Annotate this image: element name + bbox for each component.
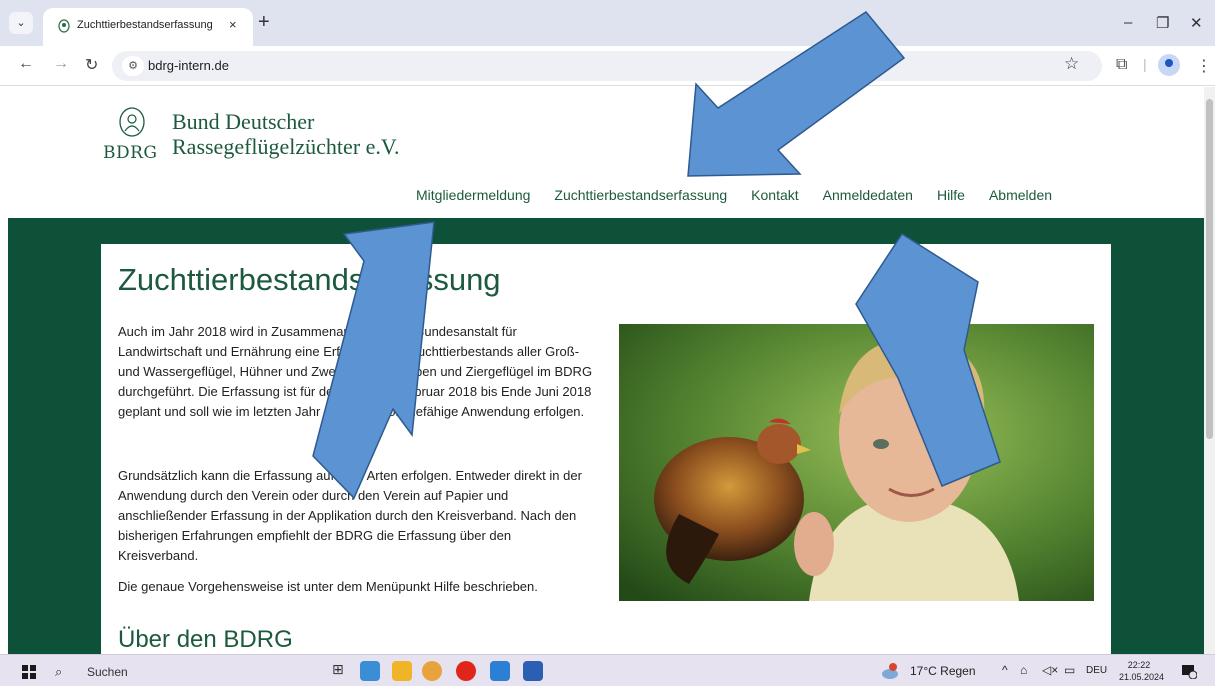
opera-icon[interactable]	[456, 661, 476, 681]
bdrg-emblem-icon	[119, 107, 145, 137]
restore-button[interactable]: ❐	[1156, 14, 1169, 32]
minimize-button[interactable]: –	[1124, 14, 1132, 31]
tab-title: Zuchttierbestandserfassung der	[77, 19, 215, 31]
nav-abmelden[interactable]: Abmelden	[989, 187, 1052, 207]
tray-overflow-icon[interactable]: ^	[1002, 663, 1008, 677]
new-tab-button[interactable]: +	[258, 12, 270, 32]
tab-close-icon[interactable]: ×	[229, 17, 237, 32]
page-scrollbar[interactable]	[1204, 87, 1215, 654]
content-panel: Zuchttierbestandserfassung Auch im Jahr …	[101, 244, 1111, 654]
weather-text[interactable]: 17°C Regen	[910, 664, 976, 678]
back-icon[interactable]: ←	[18, 55, 34, 73]
site-info-icon[interactable]: ⚙	[122, 56, 144, 76]
logo-abbreviation: BDRG	[103, 143, 158, 163]
file-explorer-icon[interactable]	[392, 661, 412, 681]
logo-name-line1: Bund Deutscher	[172, 109, 315, 134]
section-heading: Über den BDRG	[118, 626, 293, 653]
word-icon[interactable]	[523, 661, 543, 681]
nav-zuchttierbestandserfassung[interactable]: Zuchttierbestandserfassung	[554, 187, 727, 207]
browser-tabstrip: ⌄ Zuchttierbestandserfassung der × + – ❐…	[0, 0, 1215, 46]
scrollbar-thumb[interactable]	[1206, 99, 1213, 439]
bdrg-logo[interactable]: BDRG Bund Deutscher Rassegeflügelzüchter…	[103, 105, 413, 165]
logo-name-line2: Rassegeflügelzüchter e.V.	[172, 134, 400, 159]
taskbar-search[interactable]: Suchen	[87, 665, 128, 679]
boy-with-hen-photo	[619, 324, 1094, 601]
nav-anmeldedaten[interactable]: Anmeldedaten	[823, 187, 913, 207]
nav-kontakt[interactable]: Kontakt	[751, 187, 798, 207]
close-window-button[interactable]: ✕	[1190, 14, 1203, 32]
help-paragraph: Die genaue Vorgehensweise ist unter dem …	[118, 579, 538, 594]
reload-icon[interactable]: ↻	[85, 55, 98, 75]
windows-start-icon[interactable]	[22, 665, 36, 679]
network-icon[interactable]: ⌂	[1020, 663, 1027, 677]
tab-search-button[interactable]: ⌄	[9, 12, 33, 34]
url-text[interactable]: bdrg-intern.de	[148, 58, 229, 73]
nav-mitgliedermeldung[interactable]: Mitgliedermeldung	[416, 187, 530, 207]
display-icon[interactable]: ▭	[1064, 663, 1075, 677]
app-icon[interactable]	[360, 661, 380, 681]
extensions-icon[interactable]: ⧉	[1116, 56, 1127, 74]
page-viewport: BDRG Bund Deutscher Rassegeflügelzüchter…	[0, 87, 1204, 654]
nav-hilfe[interactable]: Hilfe	[937, 187, 965, 207]
taskbar-clock[interactable]: 22:22 21.05.2024	[1119, 659, 1165, 683]
input-language[interactable]: DEU	[1086, 665, 1107, 676]
address-bar[interactable]: ⚙ bdrg-intern.de ☆	[112, 51, 1102, 81]
forward-icon[interactable]: →	[53, 55, 69, 73]
notification-icon[interactable]	[1181, 663, 1197, 679]
windows-taskbar: ⌕ Suchen ⊞ 17°C Regen ^ ⌂ ◁× ▭ DEU 22:22…	[0, 654, 1215, 686]
clock-time: 22:22	[1127, 660, 1151, 670]
chrome-icon[interactable]	[422, 661, 442, 681]
teams-icon[interactable]	[490, 661, 510, 681]
browser-toolbar: ← → ↻ ⚙ bdrg-intern.de ☆ ⧉ | ⋮	[0, 46, 1215, 86]
intro-paragraph: Auch im Jahr 2018 wird in Zusammenarbeit…	[118, 324, 593, 419]
menu-kebab-icon[interactable]: ⋮	[1196, 56, 1212, 76]
main-navigation: Mitgliedermeldung Zuchttierbestandserfas…	[416, 187, 1076, 207]
browser-tab[interactable]: Zuchttierbestandserfassung der ×	[43, 8, 253, 46]
clock-date: 21.05.2024	[1119, 672, 1165, 682]
page-title: Zuchttierbestandserfassung	[118, 262, 501, 297]
bdrg-favicon-icon	[58, 19, 70, 33]
task-view-icon[interactable]: ⊞	[332, 661, 352, 681]
search-icon[interactable]: ⌕	[55, 664, 62, 680]
method-paragraph: Grundsätzlich kann die Erfassung auf zwe…	[118, 468, 582, 563]
bookmark-star-icon[interactable]: ☆	[1064, 54, 1079, 74]
weather-icon[interactable]	[880, 661, 900, 681]
volume-icon[interactable]: ◁×	[1042, 663, 1058, 677]
toolbar-divider: |	[1143, 56, 1147, 72]
profile-avatar-icon[interactable]	[1158, 54, 1180, 76]
